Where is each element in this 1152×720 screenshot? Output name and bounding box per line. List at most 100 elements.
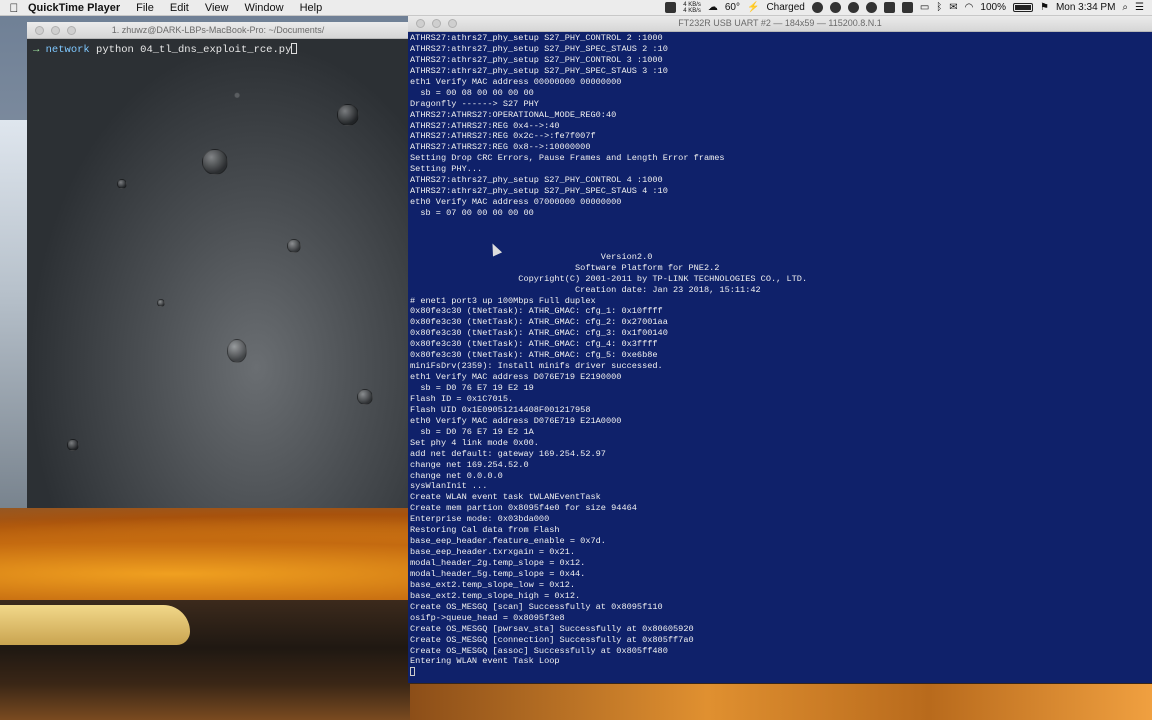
- terminal-line: ATHRS27:ATHRS27:REG 0x8-->:10000000: [410, 142, 591, 153]
- terminal-line: ATHRS27:athrs27_phy_setup S27_PHY_CONTRO…: [410, 175, 663, 186]
- menu-view[interactable]: View: [205, 2, 229, 14]
- status-icon-1[interactable]: [811, 2, 823, 13]
- zoom-button[interactable]: [448, 19, 457, 28]
- menu-file[interactable]: File: [136, 2, 154, 14]
- status-icon-5[interactable]: [883, 2, 895, 13]
- terminal-line: eth1 Verify MAC address 00000000 0000000…: [410, 76, 622, 87]
- app-menu[interactable]: QuickTime Player: [28, 2, 120, 14]
- bluetooth-icon[interactable]: ᛒ: [936, 2, 942, 13]
- terminal-line: sb = 00 08 00 00 00 00: [410, 87, 534, 98]
- airplay-icon[interactable]: ▭: [920, 2, 929, 13]
- terminal-line: 0x80fe3c30 (tNetTask): ATHR_GMAC: cfg_2:…: [410, 317, 668, 328]
- terminal-line: Dragonfly ------> S27 PHY: [410, 98, 539, 109]
- command-text: python 04_tl_dns_exploit_rce.py: [96, 44, 292, 56]
- raindrop: [337, 104, 359, 126]
- menu-edit[interactable]: Edit: [170, 2, 189, 14]
- network-speed[interactable]: 4 KB/s 4 KB/s: [683, 2, 701, 14]
- terminal-line: ATHRS27:athrs27_phy_setup S27_PHY_CONTRO…: [410, 54, 663, 65]
- menu-help[interactable]: Help: [300, 2, 323, 14]
- terminal-line: Setting PHY...: [410, 164, 483, 175]
- zoom-button[interactable]: [67, 26, 76, 35]
- terminal-line: Copyright(C) 2001-2011 by TP-LINK TECHNO…: [410, 273, 808, 284]
- net-down: 4 KB/s: [683, 7, 701, 14]
- weather-icon[interactable]: ☁: [708, 2, 718, 13]
- terminal-line: add net default: gateway 169.254.52.97: [410, 448, 606, 459]
- left-terminal-title: 1. zhuwz@DARK-LBPs-MacBook-Pro: ~/Docume…: [111, 25, 325, 35]
- status-icon-2[interactable]: [829, 2, 841, 13]
- raindrop: [287, 239, 301, 253]
- spotlight-icon[interactable]: ⌕: [1122, 2, 1128, 13]
- terminal-line: Create mem partion 0x8095f4e0 for size 9…: [410, 503, 637, 514]
- raindrop: [67, 439, 79, 451]
- notification-center-icon[interactable]: ☰: [1135, 2, 1144, 13]
- terminal-line: Set phy 4 link mode 0x00.: [410, 437, 539, 448]
- flag-icon[interactable]: ⚑: [1040, 2, 1049, 13]
- terminal-line: Version2.0: [410, 251, 653, 262]
- terminal-line: ATHRS27:athrs27_phy_setup S27_PHY_SPEC_S…: [410, 186, 668, 197]
- terminal-line: eth1 Verify MAC address D076E719 E219000…: [410, 372, 622, 383]
- serial-terminal-window[interactable]: FT232R USB UART #2 — 184x59 — 115200.8.N…: [408, 15, 1152, 683]
- raindrop: [117, 179, 127, 189]
- terminal-line: miniFsDrv(2359): Install minifs driver s…: [410, 361, 663, 372]
- text-cursor: [291, 43, 298, 54]
- terminal-line: base_eep_header.txrxgain = 0x21.: [410, 547, 576, 558]
- window-controls: [35, 26, 76, 35]
- terminal-line: # enet1 port3 up 100Mbps Full duplex: [410, 295, 596, 306]
- terminal-cursor: [410, 667, 415, 677]
- terminal-line: Flash UID 0x1E09051214408F001217958: [410, 404, 591, 415]
- menu-bar:  QuickTime Player File Edit View Window…: [0, 0, 1152, 16]
- minimize-button[interactable]: [51, 26, 60, 35]
- apple-menu-icon[interactable]: : [0, 1, 28, 15]
- serial-terminal-body[interactable]: ATHRS27:athrs27_phy_setup S27_PHY_CONTRO…: [408, 32, 1152, 683]
- status-icon-6[interactable]: [901, 2, 913, 13]
- close-button[interactable]: [35, 26, 44, 35]
- terminal-line: Restoring Cal data from Flash: [410, 525, 560, 536]
- terminal-line: ATHRS27:ATHRS27:REG 0x4-->:40: [410, 120, 560, 131]
- plug-icon[interactable]: ⚡: [747, 2, 759, 13]
- terminal-line: 0x80fe3c30 (tNetTask): ATHR_GMAC: cfg_5:…: [410, 350, 658, 361]
- terminal-line: change net 0.0.0.0: [410, 470, 503, 481]
- terminal-line: Setting Drop CRC Errors, Pause Frames an…: [410, 153, 725, 164]
- raindrop: [357, 389, 373, 405]
- terminal-line: Create OS_MESGQ [scan] Successfully at 0…: [410, 601, 663, 612]
- prompt-arrow: →: [33, 44, 40, 56]
- menu-window[interactable]: Window: [244, 2, 283, 14]
- terminal-line: 0x80fe3c30 (tNetTask): ATHR_GMAC: cfg_4:…: [410, 339, 658, 350]
- wifi-icon[interactable]: ◠: [965, 2, 974, 13]
- left-terminal-window[interactable]: 1. zhuwz@DARK-LBPs-MacBook-Pro: ~/Docume…: [27, 22, 409, 508]
- battery-icon[interactable]: [1012, 3, 1033, 12]
- terminal-line: base_ext2.temp_slope_high = 0x12.: [410, 590, 581, 601]
- terminal-line: ATHRS27:athrs27_phy_setup S27_PHY_SPEC_S…: [410, 65, 668, 76]
- window-controls: [416, 19, 457, 28]
- terminal-line: eth0 Verify MAC address 07000000 0000000…: [410, 197, 622, 208]
- wallpaper-shore: [0, 605, 190, 645]
- terminal-line: sb = D0 76 E7 19 E2 1A: [410, 426, 534, 437]
- status-area: 4 KB/s 4 KB/s ☁ 60° ⚡ Charged ▭ ᛒ ✉ ◠ 100…: [665, 2, 1152, 14]
- terminal-line: sysWlanInit ...: [410, 481, 488, 492]
- wechat-icon[interactable]: ✉: [949, 2, 957, 13]
- close-button[interactable]: [416, 19, 425, 28]
- status-icon-3[interactable]: [847, 2, 859, 13]
- terminal-line: Flash ID = 0x1C7015.: [410, 393, 514, 404]
- terminal-line: ATHRS27:athrs27_phy_setup S27_PHY_CONTRO…: [410, 33, 663, 43]
- status-app-icon[interactable]: [665, 2, 677, 13]
- battery-percent[interactable]: 100%: [980, 2, 1006, 13]
- terminal-line: ATHRS27:ATHRS27:OPERATIONAL_MODE_REG0:40: [410, 109, 617, 120]
- wallpaper-reflection: [410, 684, 1152, 720]
- raindrop: [227, 339, 247, 363]
- raindrop: [157, 299, 165, 307]
- terminal-line: sb = 07 00 00 00 00 00: [410, 208, 534, 218]
- power-status[interactable]: Charged: [766, 2, 804, 13]
- left-terminal-titlebar[interactable]: 1. zhuwz@DARK-LBPs-MacBook-Pro: ~/Docume…: [27, 22, 409, 39]
- status-icon-4[interactable]: [865, 2, 877, 13]
- left-terminal-body[interactable]: → network python 04_tl_dns_exploit_rce.p…: [27, 39, 409, 508]
- serial-terminal-titlebar[interactable]: FT232R USB UART #2 — 184x59 — 115200.8.N…: [408, 15, 1152, 32]
- minimize-button[interactable]: [432, 19, 441, 28]
- terminal-line: Create WLAN event task tWLANEventTask: [410, 492, 601, 503]
- terminal-line: eth0 Verify MAC address D076E719 E21A000…: [410, 415, 622, 426]
- command-line: → network python 04_tl_dns_exploit_rce.p…: [33, 43, 403, 56]
- clock[interactable]: Mon 3:34 PM: [1056, 2, 1115, 13]
- temperature[interactable]: 60°: [725, 2, 740, 13]
- serial-terminal-title: FT232R USB UART #2 — 184x59 — 115200.8.N…: [678, 18, 882, 28]
